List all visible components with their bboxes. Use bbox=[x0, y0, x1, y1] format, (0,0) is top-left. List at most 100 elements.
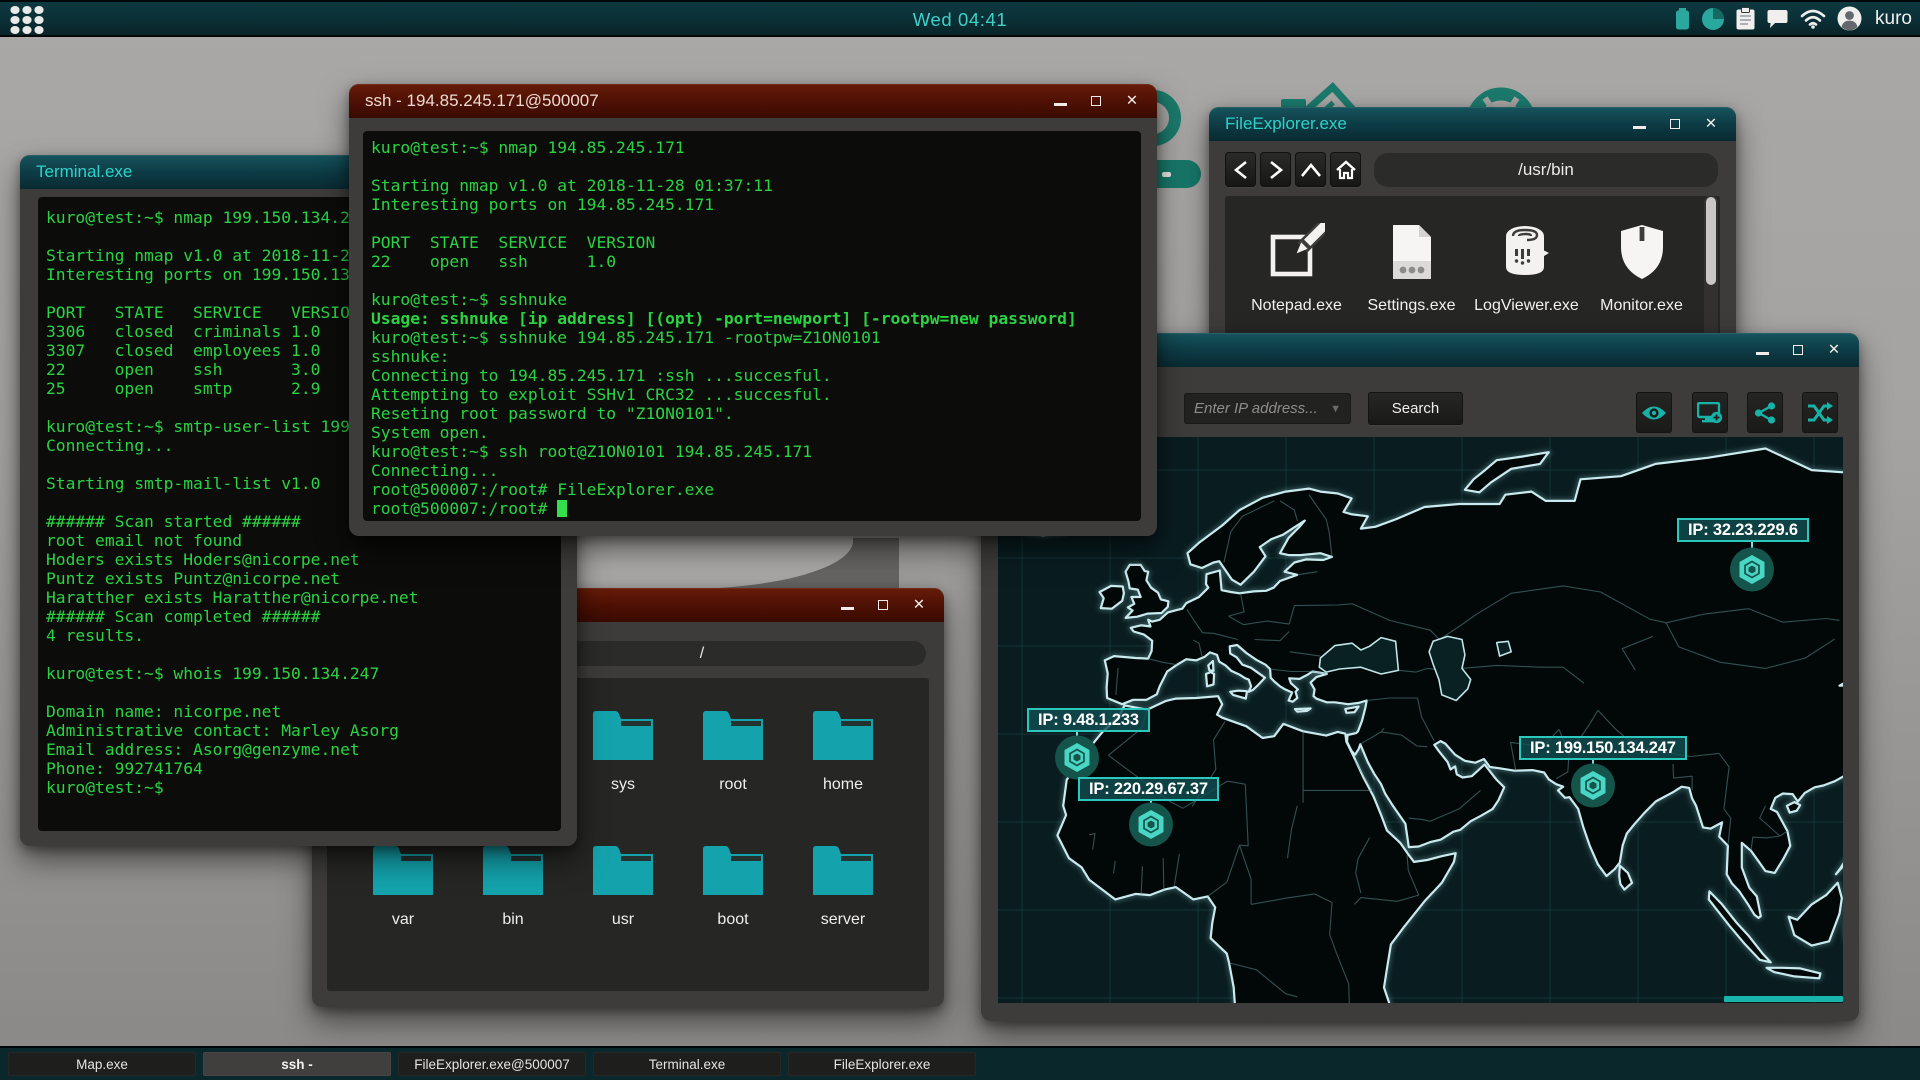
file-item[interactable]: Settings.exe bbox=[1354, 223, 1469, 315]
up-button[interactable] bbox=[1295, 152, 1326, 187]
search-button[interactable]: Search bbox=[1368, 392, 1463, 425]
minimize-button[interactable] bbox=[836, 588, 858, 622]
local-explorer-window[interactable]: FileExplorer.exe ✕ /usr/bin Notepad.exe … bbox=[1209, 107, 1736, 347]
folder-label: usr bbox=[611, 911, 635, 928]
battery-icon[interactable] bbox=[1675, 7, 1690, 30]
close-button[interactable]: ✕ bbox=[1823, 333, 1845, 367]
eye-button[interactable] bbox=[1636, 392, 1672, 433]
ssh-terminal-output[interactable]: kuro@test:~$ nmap 194.85.245.171 Starting… bbox=[363, 131, 1141, 521]
terminal-line: ###### Scan completed ###### bbox=[46, 607, 321, 626]
top-bar: Wed 04:41 kuro bbox=[0, 0, 1920, 37]
folder-item[interactable]: boot bbox=[678, 842, 788, 977]
file-label: Monitor.exe bbox=[1600, 297, 1683, 314]
close-button[interactable]: ✕ bbox=[1700, 107, 1722, 141]
local-file-area[interactable]: Notepad.exe Settings.exe LogViewer.exe M… bbox=[1225, 196, 1720, 347]
folder-label: bin bbox=[502, 911, 524, 928]
minimize-icon bbox=[1632, 126, 1646, 129]
ssh-window[interactable]: ssh - 194.85.245.171@500007 ✕ kuro@test:… bbox=[349, 84, 1157, 536]
forward-button[interactable] bbox=[1260, 152, 1291, 187]
usage-pie-icon[interactable] bbox=[1701, 7, 1725, 31]
node-marker[interactable] bbox=[1570, 763, 1616, 814]
user-avatar-icon[interactable] bbox=[1837, 6, 1862, 31]
ip-label[interactable]: IP: 199.150.134.247 bbox=[1519, 736, 1687, 760]
terminal-line: Starting nmap v1.0 at 2018-11-28 01:37:1… bbox=[371, 176, 773, 195]
folder-item[interactable]: sys bbox=[568, 707, 678, 842]
terminal-line: root@500007:/root# FileExplorer.exe bbox=[371, 480, 715, 499]
folder-item[interactable]: server bbox=[788, 842, 898, 977]
minimize-button[interactable] bbox=[1751, 333, 1773, 367]
taskbar-button[interactable]: Terminal.exe bbox=[593, 1052, 781, 1076]
scrollbar-thumb[interactable] bbox=[1706, 197, 1716, 285]
ip-label[interactable]: IP: 32.23.229.6 bbox=[1677, 518, 1809, 542]
eye-icon bbox=[1642, 406, 1666, 419]
terminal-line: System open. bbox=[371, 423, 489, 442]
taskbar-button[interactable]: FileExplorer.exe@500007 bbox=[398, 1052, 586, 1076]
maximize-button[interactable] bbox=[1085, 84, 1107, 118]
path-text: /usr/bin bbox=[1518, 160, 1574, 179]
terminal-line: Hoders exists Hoders@nicorpe.net bbox=[46, 550, 360, 569]
local-explorer-titlebar[interactable]: FileExplorer.exe ✕ bbox=[1209, 107, 1736, 141]
file-item[interactable]: LogViewer.exe bbox=[1469, 223, 1584, 315]
terminal-line: sshnuke: bbox=[371, 347, 450, 366]
folder-label: root bbox=[719, 776, 747, 793]
folder-item[interactable]: usr bbox=[568, 842, 678, 977]
file-icon bbox=[1389, 223, 1435, 286]
hexagon-node-icon bbox=[1730, 547, 1774, 592]
ip-address-input[interactable]: Enter IP address... ▼ bbox=[1184, 393, 1351, 424]
hexagon-node-icon bbox=[1055, 735, 1099, 780]
file-item[interactable]: Notepad.exe bbox=[1239, 210, 1354, 315]
folder-label: sys bbox=[611, 776, 635, 793]
minimize-button[interactable] bbox=[1049, 84, 1071, 118]
folder-item[interactable]: bin bbox=[458, 842, 568, 977]
home-button[interactable] bbox=[1330, 152, 1361, 187]
ip-label[interactable]: IP: 220.29.67.37 bbox=[1078, 777, 1219, 801]
close-button[interactable]: ✕ bbox=[1121, 84, 1143, 118]
taskbar-button[interactable]: ssh - bbox=[203, 1052, 391, 1076]
taskbar-button[interactable]: FileExplorer.exe bbox=[788, 1052, 976, 1076]
folder-item[interactable]: var bbox=[348, 842, 458, 977]
folder-label: server bbox=[820, 911, 866, 928]
chat-icon[interactable] bbox=[1766, 9, 1789, 29]
map-horizontal-scrollbar[interactable] bbox=[1724, 996, 1843, 1002]
path-bar[interactable]: /usr/bin bbox=[1374, 153, 1718, 187]
clipboard-icon[interactable] bbox=[1736, 7, 1755, 30]
folder-item[interactable]: root bbox=[678, 707, 788, 842]
taskbar-button[interactable]: Map.exe bbox=[8, 1052, 196, 1076]
minimize-button[interactable] bbox=[1628, 107, 1650, 141]
ssh-titlebar[interactable]: ssh - 194.85.245.171@500007 ✕ bbox=[349, 84, 1157, 118]
minimize-icon bbox=[1755, 352, 1769, 355]
terminal-line: Phone: 992741764 bbox=[46, 759, 203, 778]
folder-icon bbox=[483, 846, 543, 895]
node-marker[interactable] bbox=[1729, 547, 1775, 598]
maximize-icon bbox=[878, 600, 888, 610]
chevron-down-icon: ▼ bbox=[1330, 402, 1341, 415]
maximize-button[interactable] bbox=[1664, 107, 1686, 141]
add-computer-button[interactable] bbox=[1692, 392, 1728, 433]
file-label: Notepad.exe bbox=[1251, 297, 1342, 314]
folder-item[interactable]: home bbox=[788, 707, 898, 842]
share-button[interactable] bbox=[1747, 392, 1783, 433]
ip-label[interactable]: IP: 9.48.1.233 bbox=[1027, 708, 1150, 732]
maximize-button[interactable] bbox=[1787, 333, 1809, 367]
close-button[interactable]: ✕ bbox=[908, 588, 930, 622]
wifi-icon[interactable] bbox=[1800, 9, 1826, 29]
back-icon bbox=[1233, 160, 1247, 179]
node-marker[interactable] bbox=[1128, 802, 1174, 853]
folder-icon bbox=[703, 711, 763, 760]
hexagon-node-icon bbox=[1571, 763, 1615, 808]
terminal-line: Puntz exists Puntz@nicorpe.net bbox=[46, 569, 341, 588]
shuffle-button[interactable] bbox=[1802, 392, 1838, 433]
hexagon-node-icon bbox=[1129, 802, 1173, 847]
system-tray: kuro bbox=[1675, 2, 1912, 35]
terminal-line: Connecting to 194.85.245.171 :ssh ...suc… bbox=[371, 366, 832, 385]
file-item[interactable]: Monitor.exe bbox=[1584, 223, 1699, 315]
folder-label: var bbox=[391, 911, 415, 928]
folder-icon bbox=[593, 846, 653, 895]
minimize-icon bbox=[840, 607, 854, 610]
share-icon bbox=[1754, 401, 1776, 424]
terminal-line: 22 open ssh 1.0 bbox=[371, 252, 617, 271]
maximize-button[interactable] bbox=[872, 588, 894, 622]
back-button[interactable] bbox=[1225, 152, 1256, 187]
